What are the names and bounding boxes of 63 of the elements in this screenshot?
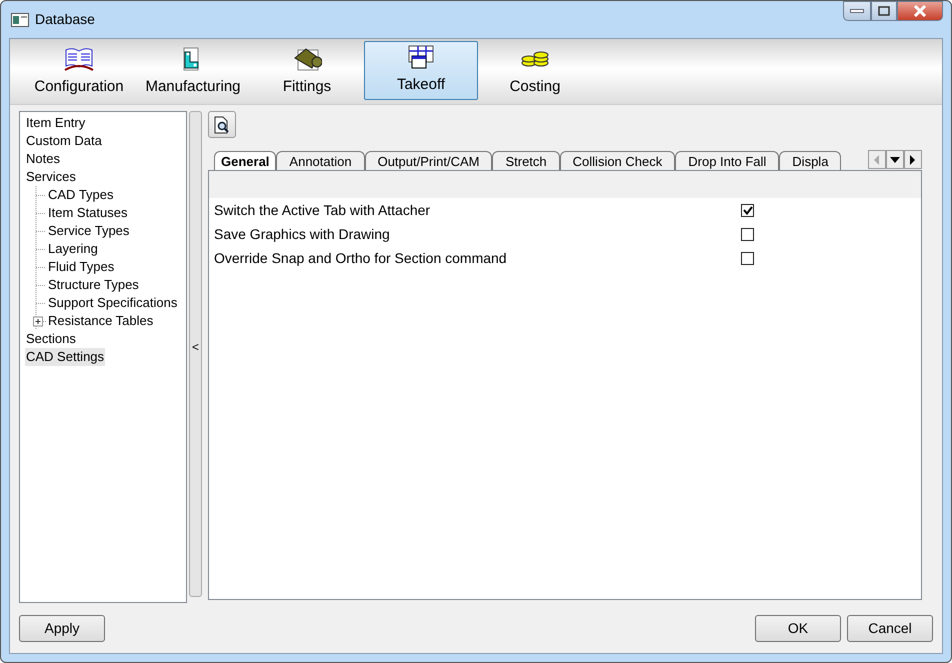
toolbar-button[interactable]: Takeoff [364,41,478,100]
minimize-icon [850,9,864,13]
checkbox[interactable] [741,252,754,264]
tree-connector-icon [33,240,47,258]
tree-item[interactable]: Support Specifications [47,294,178,312]
tab[interactable]: Displa [779,151,842,170]
search-icon [214,116,230,134]
tree-item[interactable]: Notes [25,150,61,168]
scroll-right-button[interactable] [904,150,922,169]
right-arrow-icon [910,154,916,164]
tree-connector-icon [33,276,47,294]
tree-item[interactable]: Item Statuses [47,204,128,222]
tree-connector-icon [33,222,47,240]
toolbar-button[interactable]: Configuration [22,41,136,104]
down-arrow-icon [890,156,900,162]
tree-item[interactable]: Custom Data [25,132,103,150]
left-arrow-icon [874,154,880,164]
book-icon [64,46,94,72]
window-title: Database [35,10,96,29]
checkbox[interactable] [741,204,754,216]
setting-label: Save Graphics with Drawing [214,224,391,244]
preview-button[interactable] [208,111,236,138]
tree-connector-icon [33,258,47,276]
tab[interactable]: Drop Into Fall [675,151,780,170]
tree-item[interactable]: CAD Settings [25,348,106,366]
checkbox[interactable] [741,228,754,240]
toolbar-button[interactable]: Costing [478,41,592,104]
tree-item[interactable]: CAD Types [47,186,115,204]
cancel-button[interactable]: Cancel [847,614,933,642]
setting-label: Switch the Active Tab with Attacher [214,200,432,220]
splitter-handle[interactable]: < [189,111,202,597]
apply-button[interactable]: Apply [19,614,105,642]
tree-item[interactable]: Resistance Tables [47,312,154,330]
tab[interactable]: General [214,151,276,170]
tree-item[interactable]: Services [25,168,77,186]
tab-list-button[interactable] [886,150,904,169]
setting-label: Override Snap and Ortho for Section command [214,248,508,268]
tab[interactable]: Stretch [492,151,560,170]
tree-item[interactable]: Item Entry [25,114,86,132]
tab[interactable]: Collision Check [560,151,676,170]
tree-item[interactable]: Fluid Types [47,258,116,276]
ok-button[interactable]: OK [755,614,841,642]
fitting-icon [292,46,322,72]
maximize-button[interactable] [871,1,897,21]
tree-connector-icon [33,294,47,312]
minimize-button[interactable] [843,1,871,21]
close-icon [913,5,927,17]
toolbar-button[interactable]: Manufacturing [136,41,250,104]
tab[interactable]: Output/Print/CAM [364,151,492,170]
close-button[interactable] [897,1,943,21]
tree-item[interactable]: Sections [25,330,77,348]
tree-connector-icon [33,204,47,222]
app-icon [11,12,29,26]
expand-icon[interactable] [33,312,47,330]
table-icon [406,44,436,70]
tab[interactable]: Annotation [276,151,365,170]
tree-item[interactable]: Layering [47,240,99,258]
tree-connector-icon [33,186,47,204]
tree-item[interactable]: Structure Types [47,276,140,294]
toolbar-button[interactable]: Fittings [250,41,364,104]
maximize-icon [878,6,890,16]
tree-item[interactable]: Service Types [47,222,130,240]
check-icon [742,206,752,214]
